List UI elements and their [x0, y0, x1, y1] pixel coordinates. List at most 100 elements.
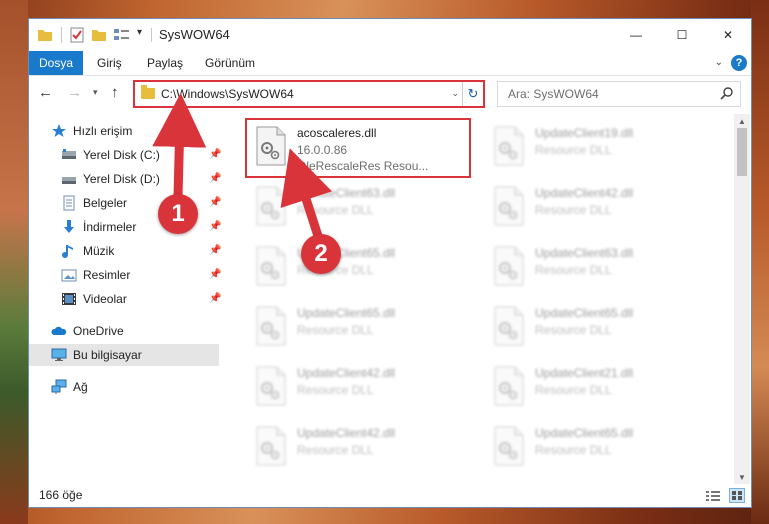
sidebar-item-local-disk-c[interactable]: Yerel Disk (C:) 📌	[29, 144, 221, 166]
tab-view[interactable]: Görünüm	[205, 51, 255, 75]
up-arrow-icon[interactable]: ↑	[111, 84, 119, 101]
pin-icon[interactable]: 📌	[209, 293, 221, 304]
file-name: UpdateClient42.dll	[297, 426, 396, 440]
address-folder-icon	[141, 85, 155, 99]
file-description: Resource DLL	[297, 203, 374, 217]
sidebar-item-onedrive[interactable]: OneDrive	[29, 320, 219, 342]
ribbon-tabs: Dosya Giriş Paylaş Görünüm ⌄ ?	[29, 51, 751, 76]
tab-home[interactable]: Giriş	[97, 51, 122, 75]
file-name: UpdateClient42.dll	[535, 186, 634, 200]
file-description: Resource DLL	[535, 263, 612, 277]
forward-arrow-icon[interactable]: →	[67, 84, 82, 101]
sidebar-item-pictures[interactable]: Resimler 📌	[29, 264, 221, 286]
refresh-icon[interactable]: ↻	[462, 82, 483, 106]
window-title: SysWOW64	[159, 27, 230, 42]
scroll-down-icon[interactable]: ▼	[734, 470, 750, 484]
sidebar-item-label: Müzik	[83, 244, 115, 258]
file-tile[interactable]: UpdateClient42.dll Resource DLL	[485, 180, 707, 234]
folder-icon	[37, 27, 53, 43]
sidebar-item-downloads[interactable]: İndirmeler 📌	[29, 216, 221, 238]
file-tile[interactable]: UpdateClient65.dll Resource DLL	[485, 420, 707, 474]
view-options-icon[interactable]	[113, 27, 133, 43]
sidebar-item-quick-access[interactable]: Hızlı erişim	[29, 120, 219, 142]
sidebar-item-videos[interactable]: Videolar 📌	[29, 288, 221, 310]
maximize-button[interactable]: ☐	[659, 19, 705, 51]
drive-icon	[61, 147, 77, 163]
address-dropdown-icon[interactable]: ⌄	[451, 88, 459, 99]
sidebar-item-label: Bu bilgisayar	[73, 348, 142, 362]
details-view-icon[interactable]	[705, 489, 721, 503]
tab-file[interactable]: Dosya	[29, 51, 83, 75]
scroll-up-icon[interactable]: ▲	[734, 114, 750, 128]
sidebar-item-local-disk-d[interactable]: Yerel Disk (D:) 📌	[29, 168, 221, 190]
file-name: UpdateClient21.dll	[535, 366, 634, 380]
network-icon	[51, 379, 67, 395]
search-box[interactable]	[497, 81, 741, 107]
close-button[interactable]: ✕	[705, 19, 751, 51]
file-list: acoscaleres.dll 16.0.0.86 OleRescaleRes Re…	[223, 114, 735, 484]
new-folder-icon[interactable]	[91, 27, 107, 43]
dll-file-icon	[255, 246, 287, 286]
properties-icon[interactable]	[69, 27, 85, 43]
videos-icon	[61, 291, 77, 307]
file-tile[interactable]: UpdateClient63.dll Resource DLL	[485, 240, 707, 294]
navigation-pane: Hızlı erişim Yerel Disk (C:) 📌 Yerel Dis…	[29, 114, 221, 484]
item-count: 166 öğe	[39, 488, 83, 502]
music-icon	[61, 243, 77, 259]
pin-icon[interactable]: 📌	[209, 221, 221, 232]
title-divider	[151, 28, 152, 42]
sidebar-item-label: Hızlı erişim	[73, 124, 133, 138]
sidebar-item-this-pc[interactable]: Bu bilgisayar	[29, 344, 219, 366]
file-description: Resource DLL	[297, 383, 374, 397]
desktop-background-left	[0, 0, 28, 524]
pin-icon[interactable]: 📌	[209, 149, 221, 160]
file-name: UpdateClient63.dll	[535, 246, 634, 260]
file-description: Resource DLL	[535, 383, 612, 397]
file-tile[interactable]: UpdateClient42.dll Resource DLL	[247, 360, 469, 414]
customize-toolbar-dropdown-icon[interactable]: ▾	[137, 27, 142, 38]
sidebar-item-music[interactable]: Müzik 📌	[29, 240, 221, 262]
scroll-thumb[interactable]	[737, 128, 747, 176]
file-tile[interactable]: UpdateClient21.dll Resource DLL	[485, 360, 707, 414]
file-description: Resource DLL	[297, 443, 374, 457]
back-arrow-icon[interactable]: ←	[38, 84, 53, 101]
file-name: UpdateClient65.dll	[297, 306, 396, 320]
file-tile[interactable]: UpdateClient19.dll Resource DLL	[485, 120, 707, 174]
file-tile[interactable]: UpdateClient65.dll Resource DLL	[485, 300, 707, 354]
dll-file-icon	[493, 306, 525, 346]
address-bar[interactable]: C:\Windows\SysWOW64 ⌄ ↻	[133, 80, 485, 108]
search-icon[interactable]	[720, 86, 734, 103]
large-icons-view-icon[interactable]	[729, 488, 745, 503]
file-name: UpdateClient63.dll	[297, 186, 396, 200]
sidebar-item-documents[interactable]: Belgeler 📌	[29, 192, 221, 214]
file-description: Resource DLL	[297, 323, 374, 337]
quick-access-divider	[61, 27, 62, 43]
file-name: UpdateClient19.dll	[535, 126, 634, 140]
expand-ribbon-icon[interactable]: ⌄	[715, 57, 723, 68]
file-name: UpdateClient65.dll	[297, 246, 396, 260]
file-description: Resource DLL	[297, 263, 374, 277]
minimize-button[interactable]: —	[613, 19, 659, 51]
pin-icon[interactable]: 📌	[209, 197, 221, 208]
sidebar-item-network[interactable]: Ağ	[29, 376, 219, 398]
help-icon[interactable]: ?	[731, 55, 747, 71]
pin-icon[interactable]: 📌	[209, 269, 221, 280]
pin-icon[interactable]: 📌	[209, 173, 221, 184]
sidebar-item-label: Ağ	[73, 380, 88, 394]
recent-locations-icon[interactable]: ▾	[93, 87, 98, 98]
file-highlight-box	[245, 118, 471, 178]
file-tile[interactable]: UpdateClient65.dll Resource DLL	[247, 240, 469, 294]
file-tile[interactable]: UpdateClient65.dll Resource DLL	[247, 300, 469, 354]
pictures-icon	[61, 267, 77, 283]
pin-icon[interactable]: 📌	[209, 245, 221, 256]
search-input[interactable]	[498, 82, 708, 106]
tab-share[interactable]: Paylaş	[147, 51, 183, 75]
file-tile[interactable]: UpdateClient42.dll Resource DLL	[247, 420, 469, 474]
file-tile[interactable]: UpdateClient63.dll Resource DLL	[247, 180, 469, 234]
address-path[interactable]: C:\Windows\SysWOW64	[161, 87, 294, 101]
documents-icon	[61, 195, 77, 211]
file-description: Resource DLL	[535, 323, 612, 337]
navigation-bar: ← → ▾ ↑ C:\Windows\SysWOW64 ⌄ ↻	[29, 76, 751, 112]
vertical-scrollbar[interactable]: ▲ ▼	[734, 114, 750, 484]
status-bar: 166 öğe	[29, 485, 751, 507]
